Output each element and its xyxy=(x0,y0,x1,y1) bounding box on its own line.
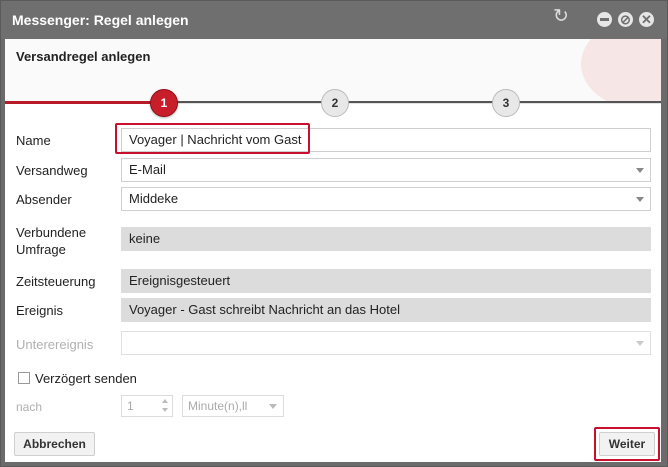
absender-value: Middeke xyxy=(129,191,179,206)
ereignis-label: Ereignis xyxy=(16,303,63,318)
unterereignis-select[interactable] xyxy=(121,331,651,355)
dialog-content: Versandregel anlegen 1 2 3 Name Voyager … xyxy=(5,39,661,462)
zeitsteuerung-label: Zeitsteuerung xyxy=(16,274,96,289)
cancel-x-glyph: ⊘ xyxy=(620,12,631,27)
versandweg-label: Versandweg xyxy=(16,163,88,178)
name-highlight xyxy=(115,123,310,154)
cancel-button[interactable]: Abbrechen xyxy=(14,432,95,456)
close-icon[interactable]: ✕ xyxy=(639,12,654,27)
ereignis-field: Voyager - Gast schreibt Nachricht an das… xyxy=(121,298,651,322)
step-progress-track xyxy=(163,101,661,103)
name-label: Name xyxy=(16,133,51,148)
nach-label: nach xyxy=(16,400,43,414)
chevron-down-icon xyxy=(636,197,644,202)
umfrage-label-line1: Verbundene xyxy=(16,225,87,240)
unterereignis-label: Unterereignis xyxy=(16,337,94,352)
nach-amount-stepper[interactable]: 1 xyxy=(121,395,173,417)
step-1[interactable]: 1 xyxy=(150,89,178,117)
dialog-window: Messenger: Regel anlegen ↻ ⊘ ✕ Versandre… xyxy=(0,0,668,467)
step-3[interactable]: 3 xyxy=(492,89,520,117)
spin-up-icon[interactable] xyxy=(162,399,168,403)
absender-select[interactable]: Middeke xyxy=(121,187,651,211)
cancel-icon[interactable]: ⊘ xyxy=(618,12,633,27)
step-2[interactable]: 2 xyxy=(321,89,349,117)
chevron-down-icon xyxy=(269,404,277,409)
umfrage-field: keine xyxy=(121,227,651,251)
minimize-icon[interactable] xyxy=(597,12,612,27)
window-title: Messenger: Regel anlegen xyxy=(12,12,189,28)
nach-unit-select[interactable]: Minute(n),ll xyxy=(182,395,284,417)
step-progress-fill xyxy=(5,101,163,104)
wizard-heading: Versandregel anlegen xyxy=(16,49,151,64)
refresh-icon[interactable]: ↻ xyxy=(553,7,569,26)
next-button-highlight xyxy=(594,427,660,461)
spin-down-icon[interactable] xyxy=(162,408,168,412)
zeitsteuerung-field: Ereignisgesteuert xyxy=(121,269,651,293)
chevron-down-icon xyxy=(636,168,644,173)
verzoegert-checkbox[interactable] xyxy=(18,372,30,384)
close-x-glyph: ✕ xyxy=(641,12,652,27)
title-bar[interactable]: Messenger: Regel anlegen ↻ ⊘ ✕ xyxy=(1,1,667,39)
verzoegert-label[interactable]: Verzögert senden xyxy=(35,371,137,386)
absender-label: Absender xyxy=(16,192,72,207)
nach-unit-value: Minute(n),ll xyxy=(188,399,248,413)
umfrage-label-line2: Umfrage xyxy=(16,242,66,257)
versandweg-value: E-Mail xyxy=(129,162,166,177)
chevron-down-icon xyxy=(636,341,644,346)
versandweg-select[interactable]: E-Mail xyxy=(121,158,651,182)
header-decoration xyxy=(581,39,661,103)
nach-amount-value: 1 xyxy=(127,399,134,413)
